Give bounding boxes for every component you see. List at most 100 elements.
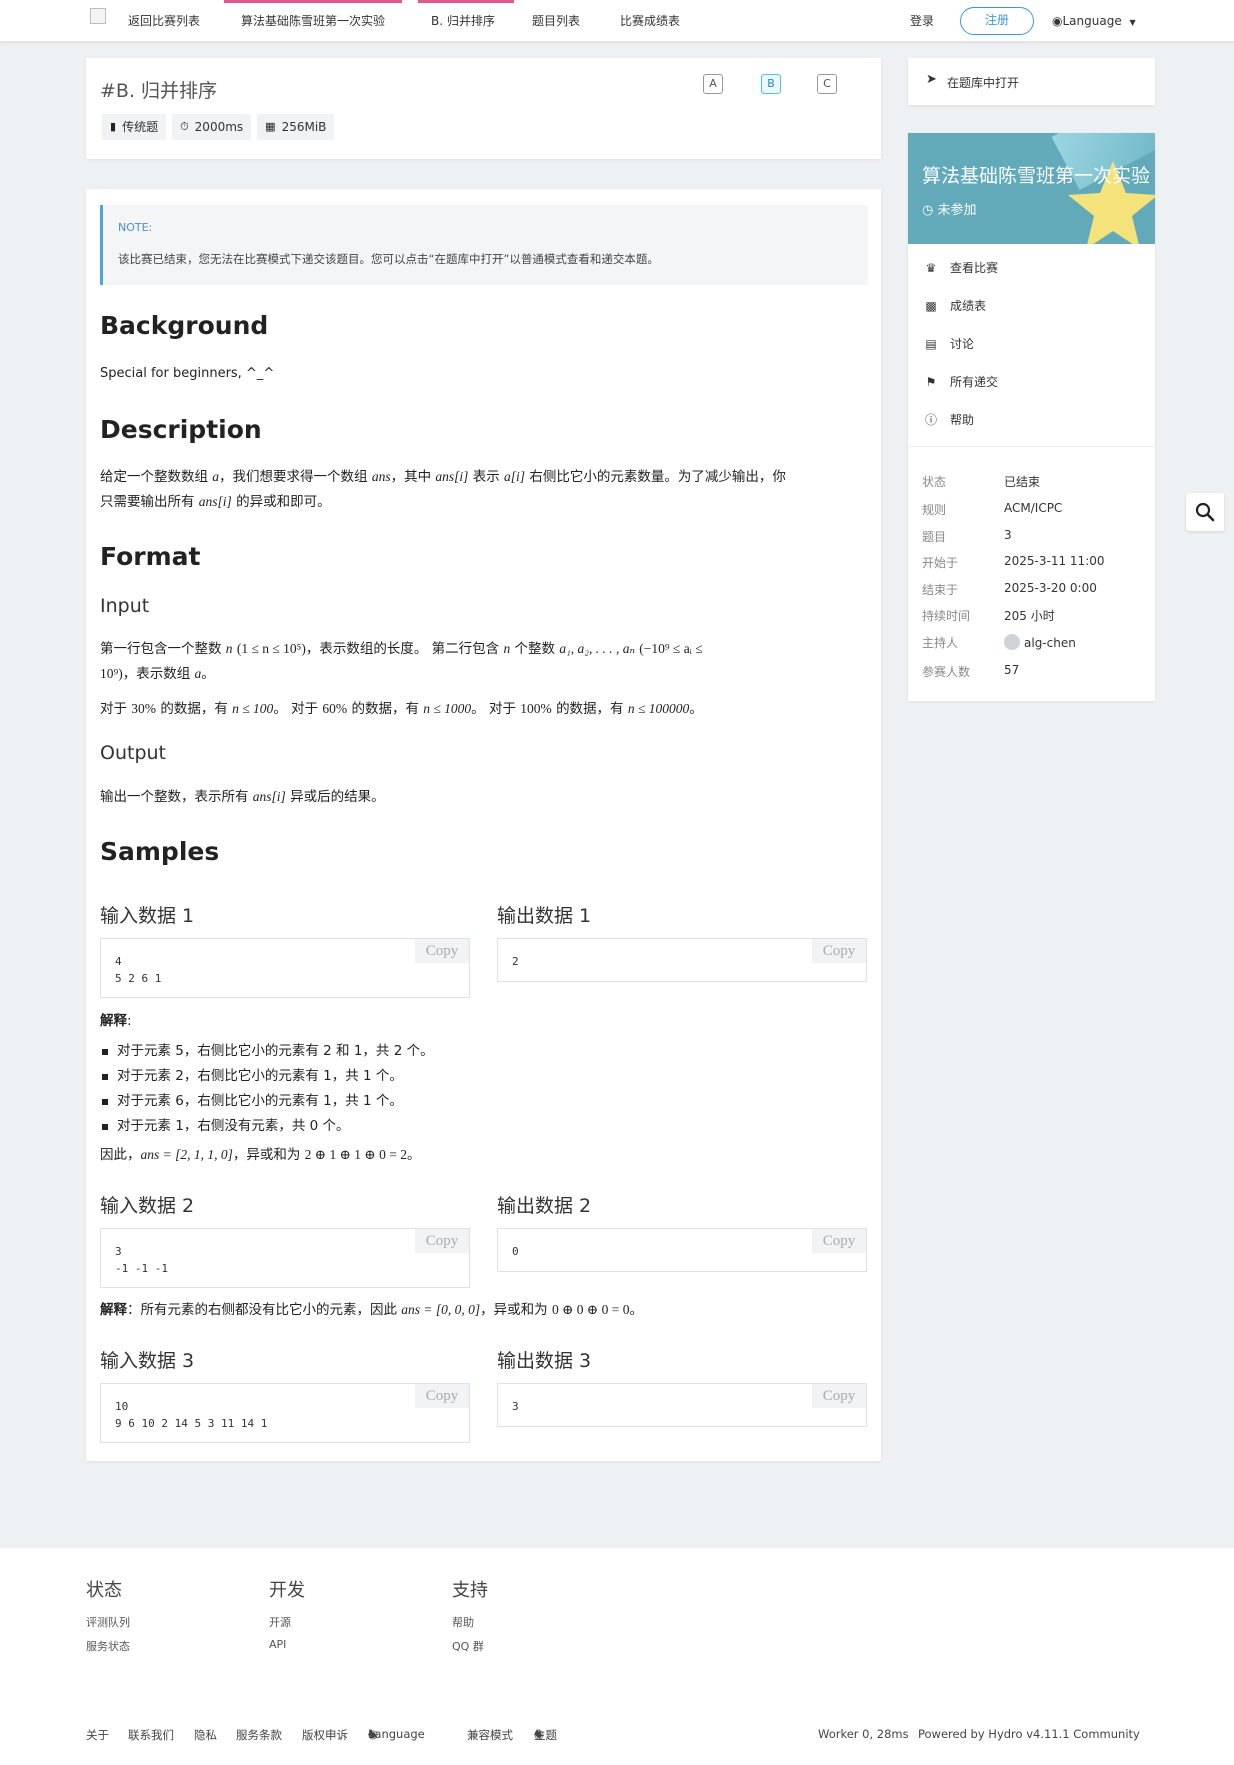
memory-limit-label: 256MiB	[281, 120, 327, 134]
list-item: 对于元素 5，右侧比它小的元素有 2 和 1，共 2 个。	[100, 1039, 434, 1064]
sample-output-1: 2	[512, 955, 519, 968]
input-line-3: 对于 30% 的数据，有 n ≤ 100。 对于 60% 的数据，有 n ≤ 1…	[100, 701, 703, 717]
sample-input-3-box[interactable]: 10 9 6 10 2 14 5 3 11 14 1 Copy	[100, 1383, 470, 1443]
sample-output-2: 0	[512, 1245, 519, 1258]
search-button[interactable]	[1186, 493, 1224, 531]
clock-icon: ◷	[922, 203, 934, 218]
site-logo-icon[interactable]	[90, 8, 106, 24]
time-limit-tag: ⏱ 2000ms	[172, 114, 252, 140]
footer-service-status-link[interactable]: 服务状态	[86, 1638, 130, 1654]
sample-output-1-box[interactable]: 2 Copy	[497, 938, 867, 982]
problem-title: #B. 归并排序	[100, 80, 218, 102]
menu-view-contest[interactable]: ♛ 查看比赛	[924, 259, 998, 276]
sample-output-3-box[interactable]: 3 Copy	[497, 1383, 867, 1427]
sample-input-1: 4 5 2 6 1	[115, 955, 162, 985]
site-footer: 状态 评测队列 服务状态 开发 开源 API 支持 帮助 QQ 群 关于 联系我…	[0, 1548, 1234, 1765]
nav-scoreboard[interactable]: 比赛成绩表	[620, 0, 680, 42]
sample-output-3-label: 输出数据 3	[497, 1350, 592, 1372]
nav-current-problem[interactable]: B. 归并排序	[418, 0, 514, 42]
output-heading: Output	[100, 742, 166, 764]
explanation-1-label: 解释:	[100, 1013, 132, 1029]
menu-discussion[interactable]: ▤ 讨论	[924, 335, 974, 352]
copy-button[interactable]: Copy	[812, 939, 866, 963]
sample-input-1-box[interactable]: 4 5 2 6 1 Copy	[100, 938, 470, 998]
footer-status-heading: 状态	[86, 1580, 122, 1601]
top-nav: 返回比赛列表 算法基础陈雪班第一次实验 B. 归并排序 题目列表 比赛成绩表 登…	[0, 0, 1234, 42]
description-line-2: 只需要输出所有 ans[i] 的异或和即可。	[100, 494, 331, 510]
footer-about-link[interactable]: 关于	[86, 1727, 109, 1743]
stopwatch-icon: ⏱	[180, 120, 189, 133]
chevron-up-icon: ▲	[368, 1727, 375, 1736]
copy-button[interactable]: Copy	[812, 1229, 866, 1253]
list-item: 对于元素 1，右侧没有元素，共 0 个。	[100, 1114, 434, 1139]
input-line-2: 10⁹)，表示数组 a。	[100, 666, 215, 682]
memory-icon: ▦	[265, 120, 276, 133]
list-item: 对于元素 2，右侧比它小的元素有 1，共 1 个。	[100, 1064, 434, 1089]
menu-all-submissions[interactable]: ⚑ 所有递交	[924, 373, 998, 390]
background-heading: Background	[100, 311, 269, 340]
problem-switch-c[interactable]: C	[817, 74, 837, 94]
register-button[interactable]: 注册	[960, 7, 1034, 35]
participation-status: ◷ 未参加	[922, 203, 977, 218]
sample-input-2-box[interactable]: 3 -1 -1 -1 Copy	[100, 1228, 470, 1288]
background-text: Special for beginners, ^_^	[100, 366, 275, 381]
contest-banner[interactable]: 算法基础陈雪班第一次实验 ◷ 未参加	[908, 133, 1155, 244]
list-item: 对于元素 6，右侧比它小的元素有 1，共 1 个。	[100, 1089, 434, 1114]
search-icon	[1195, 502, 1215, 522]
globe-icon: ◉	[1052, 14, 1063, 28]
samples-heading: Samples	[100, 837, 220, 866]
footer-support-heading: 支持	[452, 1580, 488, 1601]
footer-powered-by[interactable]: Powered by Hydro v4.11.1 Community	[918, 1727, 1140, 1741]
avatar	[1004, 634, 1020, 650]
footer-worker-info: Worker 0, 28ms	[818, 1727, 909, 1741]
footer-contact-link[interactable]: 联系我们	[128, 1727, 174, 1743]
language-menu[interactable]: ◉Language ▼	[1052, 0, 1136, 42]
copy-button[interactable]: Copy	[415, 939, 469, 963]
sample-input-2-label: 输入数据 2	[100, 1195, 195, 1217]
problem-type-tag: ▮ 传统题	[102, 114, 167, 140]
footer-privacy-link[interactable]: 隐私	[194, 1727, 217, 1743]
problem-switch-b[interactable]: B	[761, 74, 781, 94]
description-heading: Description	[100, 415, 262, 444]
note-text: 该比赛已结束，您无法在比赛模式下递交该题目。您可以点击“在题库中打开”以普通模式…	[118, 252, 659, 266]
footer-bottom-bar: 关于 联系我们 隐私 服务条款 版权申诉 ◉ Language ▲ 兼容模式 ◉…	[86, 1727, 1140, 1743]
copy-button[interactable]: Copy	[415, 1384, 469, 1408]
footer-api-link[interactable]: API	[269, 1638, 286, 1651]
footer-compat-mode-link[interactable]: 兼容模式	[467, 1727, 513, 1743]
open-in-problem-bank-button[interactable]: ➤ 在题库中打开	[908, 58, 1155, 105]
sample-input-2: 3 -1 -1 -1	[115, 1245, 168, 1275]
copy-button[interactable]: Copy	[812, 1384, 866, 1408]
contest-ended-note: NOTE: 该比赛已结束，您无法在比赛模式下递交该题目。您可以点击“在题库中打开…	[100, 205, 868, 285]
explanation-1-list: 对于元素 5，右侧比它小的元素有 2 和 1，共 2 个。 对于元素 2，右侧比…	[100, 1039, 434, 1139]
footer-terms-link[interactable]: 服务条款	[236, 1727, 282, 1743]
format-heading: Format	[100, 542, 201, 571]
explanation-2: 解释：所有元素的右侧都没有比它小的元素，因此 ans = [0, 0, 0]，异…	[100, 1302, 643, 1318]
copy-button[interactable]: Copy	[415, 1229, 469, 1253]
trophy-icon: ♛	[925, 260, 937, 275]
menu-help[interactable]: ⓘ 帮助	[924, 411, 974, 428]
memory-limit-tag: ▦ 256MiB	[257, 114, 335, 140]
footer-qq-group-link[interactable]: QQ 群	[452, 1638, 484, 1654]
footer-copyright-link[interactable]: 版权申诉	[302, 1727, 348, 1743]
problem-type-label: 传统题	[122, 120, 159, 134]
open-in-problem-bank-label: 在题库中打开	[947, 76, 1020, 90]
footer-opensource-link[interactable]: 开源	[269, 1614, 291, 1630]
book-icon: ▮	[110, 120, 117, 133]
input-line-1: 第一行包含一个整数 n (1 ≤ n ≤ 10⁵)，表示数组的长度。 第二行包含…	[100, 641, 703, 657]
nav-back-to-contests[interactable]: 返回比赛列表	[128, 0, 200, 42]
play-arrow-icon: ➤	[926, 72, 937, 87]
login-link[interactable]: 登录	[910, 0, 934, 42]
problem-switch-a[interactable]: A	[703, 74, 723, 94]
footer-help-link[interactable]: 帮助	[452, 1614, 474, 1630]
footer-judge-queue-link[interactable]: 评测队列	[86, 1614, 130, 1630]
host-link[interactable]: alg-chen	[1004, 634, 1076, 650]
sample-input-3: 10 9 6 10 2 14 5 3 11 14 1	[115, 1400, 268, 1430]
description-line-1: 给定一个整数数组 a，我们想要求得一个数组 ans，其中 ans[i] 表示 a…	[100, 469, 786, 485]
menu-scoreboard[interactable]: ▩ 成绩表	[924, 297, 986, 314]
sample-output-2-box[interactable]: 0 Copy	[497, 1228, 867, 1272]
nav-contest[interactable]: 算法基础陈雪班第一次实验	[224, 0, 403, 42]
problem-header-card: #B. 归并排序 ▮ 传统题 ⏱ 2000ms ▦ 256MiB A B C	[86, 58, 881, 159]
sample-output-2-label: 输出数据 2	[497, 1195, 592, 1217]
sample-input-3-label: 输入数据 3	[100, 1350, 195, 1372]
nav-problem-list[interactable]: 题目列表	[532, 0, 580, 42]
